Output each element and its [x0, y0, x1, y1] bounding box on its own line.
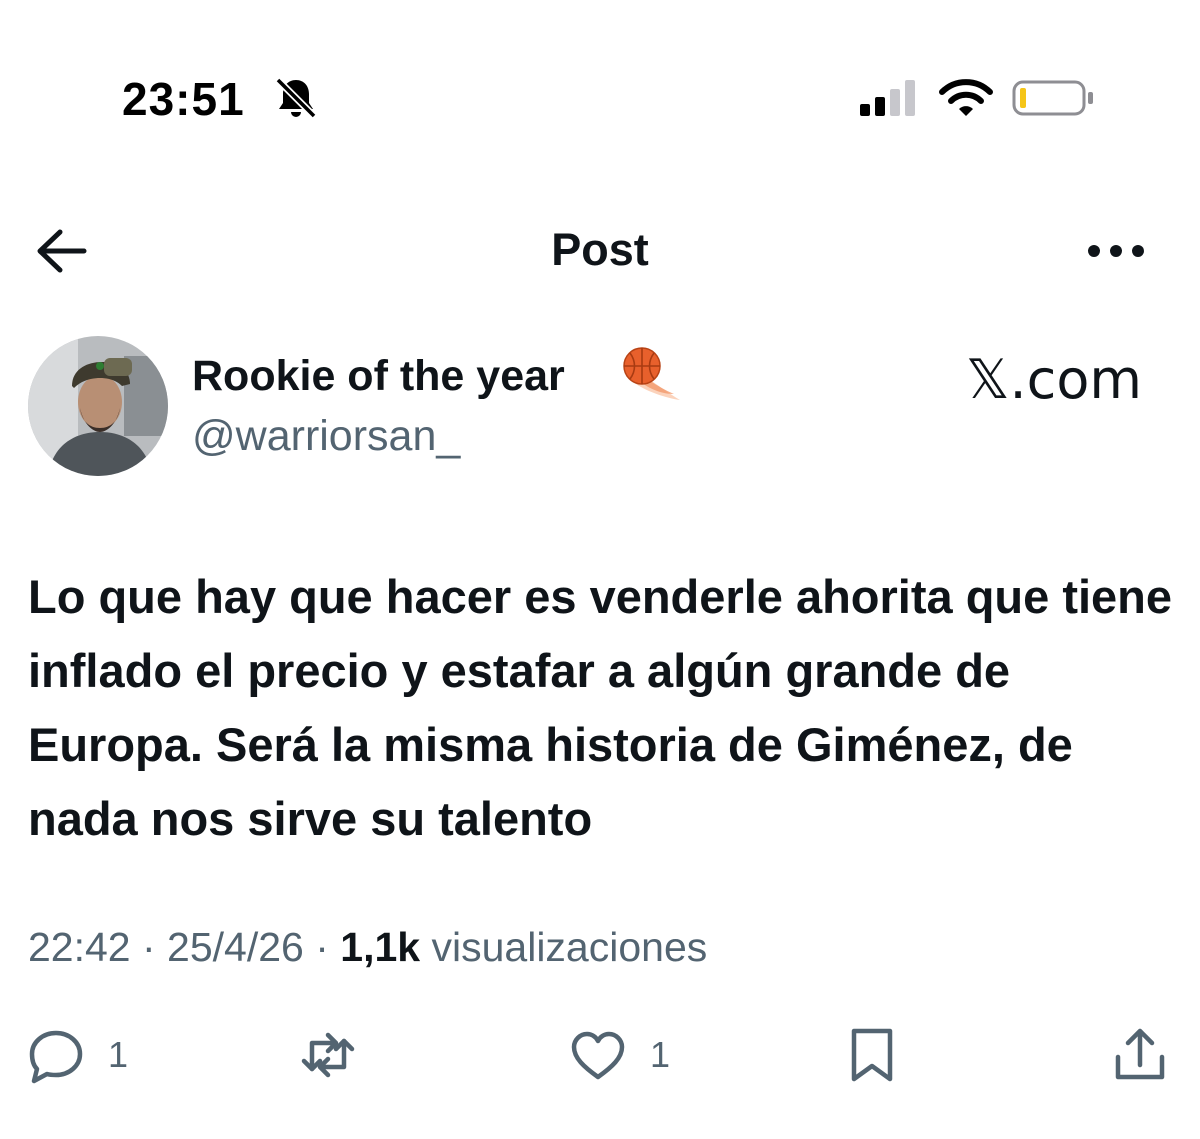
reply-icon	[29, 1030, 83, 1084]
page-title: Post	[551, 224, 649, 275]
heart-icon	[571, 1031, 625, 1080]
author-handle[interactable]: @warriorsan_	[192, 412, 460, 461]
reply-button[interactable]: 1	[26, 1024, 128, 1086]
bookmark-button[interactable]	[842, 1024, 902, 1086]
tweet-meta: 22:42 · 25/4/26 · 1,1k visualizaciones	[28, 924, 707, 971]
meta-separator: ·	[130, 924, 168, 970]
author-display-name[interactable]: Rookie of the year	[192, 352, 565, 401]
more-horizontal-icon[interactable]	[1086, 236, 1146, 266]
battery-icon	[1012, 80, 1093, 116]
fire-basketball-icon	[623, 347, 680, 400]
bell-off-icon	[275, 77, 317, 119]
like-button[interactable]: 1	[568, 1024, 670, 1086]
post-detail-screen: 23:51 Post Rookie of the year @warriorsa…	[0, 0, 1200, 1139]
tweet-text: Lo que hay que hacer es venderle ahorita…	[28, 570, 1173, 845]
repost-icon	[301, 1032, 355, 1078]
tweet-date[interactable]: 25/4/26	[167, 924, 304, 970]
share-button[interactable]	[1110, 1024, 1170, 1086]
signal-icon	[860, 80, 915, 116]
like-count: 1	[650, 1034, 671, 1075]
wifi-icon	[939, 79, 993, 116]
repost-button[interactable]	[298, 1024, 380, 1086]
bookmark-icon	[851, 1028, 893, 1082]
views-count[interactable]: 1,1k	[340, 924, 420, 970]
meta-separator: ·	[303, 924, 341, 970]
avatar[interactable]	[28, 336, 168, 476]
share-icon	[1115, 1028, 1165, 1080]
reply-count: 1	[108, 1034, 129, 1075]
views-label[interactable]: visualizaciones	[432, 924, 708, 970]
tweet-time[interactable]: 22:42	[28, 924, 131, 970]
x-com-watermark: 𝕏.com	[965, 348, 1142, 411]
status-time: 23:51	[122, 73, 245, 125]
